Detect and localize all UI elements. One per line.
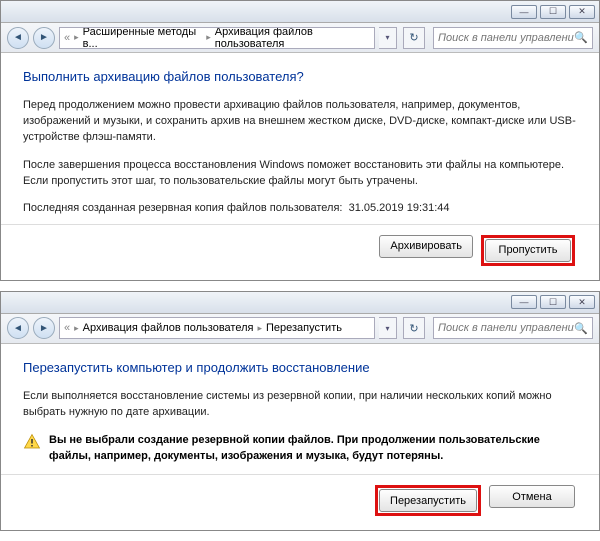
titlebar: — ☐ ✕	[1, 292, 599, 314]
forward-button[interactable]: ►	[33, 27, 55, 49]
close-button[interactable]: ✕	[569, 295, 595, 309]
maximize-button[interactable]: ☐	[540, 5, 566, 19]
cancel-button[interactable]: Отмена	[489, 485, 575, 508]
breadcrumb-seg2[interactable]: Архивация файлов пользователя	[215, 27, 370, 49]
restart-button[interactable]: Перезапустить	[379, 489, 477, 512]
minimize-button[interactable]: —	[511, 5, 537, 19]
chevron-right-icon: ▸	[257, 323, 262, 334]
content-pane: Перезапустить компьютер и продолжить вос…	[1, 344, 599, 531]
skip-button[interactable]: Пропустить	[485, 239, 571, 262]
last-backup-value: 31.05.2019 19:31:44	[349, 202, 450, 214]
page-heading: Выполнить архивацию файлов пользователя?	[23, 69, 577, 84]
warning-text: Вы не выбрали создание резервной копии ф…	[49, 433, 577, 465]
search-box[interactable]: 🔍	[433, 317, 593, 339]
refresh-button[interactable]: ↻	[403, 27, 425, 49]
last-backup-label: Последняя созданная резервная копия файл…	[23, 202, 342, 214]
close-button[interactable]: ✕	[569, 5, 595, 19]
warning-row: Вы не выбрали создание резервной копии ф…	[23, 433, 577, 465]
breadcrumb-prefix-icon: «	[64, 32, 70, 44]
warning-icon	[23, 433, 41, 454]
search-icon: 🔍	[574, 322, 588, 335]
last-backup-line: Последняя созданная резервная копия файл…	[23, 202, 577, 214]
chevron-right-icon: ▸	[206, 32, 211, 43]
forward-button[interactable]: ►	[33, 317, 55, 339]
back-button[interactable]: ◄	[7, 27, 29, 49]
search-input[interactable]	[438, 32, 574, 44]
separator	[1, 224, 599, 225]
highlight-box: Перезапустить	[375, 485, 481, 516]
address-dropdown[interactable]: ▾	[379, 27, 397, 49]
breadcrumb-seg1[interactable]: Расширенные методы в...	[83, 27, 203, 49]
highlight-box: Пропустить	[481, 235, 575, 266]
search-icon: 🔍	[574, 31, 588, 44]
titlebar: — ☐ ✕	[1, 1, 599, 23]
breadcrumb-seg1[interactable]: Архивация файлов пользователя	[83, 322, 254, 334]
navigation-bar: ◄ ► « ▸ Архивация файлов пользователя ▸ …	[1, 314, 599, 344]
archive-button[interactable]: Архивировать	[379, 235, 473, 258]
button-row: Перезапустить Отмена	[23, 485, 577, 516]
content-pane: Выполнить архивацию файлов пользователя?…	[1, 53, 599, 280]
address-dropdown[interactable]: ▾	[379, 317, 397, 339]
minimize-button[interactable]: —	[511, 295, 537, 309]
description-2: После завершения процесса восстановления…	[23, 158, 577, 190]
chevron-right-icon: ▸	[74, 32, 79, 43]
window-restart: — ☐ ✕ ◄ ► « ▸ Архивация файлов пользоват…	[0, 291, 600, 532]
search-box[interactable]: 🔍	[433, 27, 593, 49]
breadcrumb-seg2[interactable]: Перезапустить	[266, 322, 342, 334]
address-bar[interactable]: « ▸ Архивация файлов пользователя ▸ Пере…	[59, 317, 375, 339]
description-1: Перед продолжением можно провести архива…	[23, 98, 577, 146]
page-heading: Перезапустить компьютер и продолжить вос…	[23, 360, 577, 375]
address-bar[interactable]: « ▸ Расширенные методы в... ▸ Архивация …	[59, 27, 375, 49]
back-button[interactable]: ◄	[7, 317, 29, 339]
chevron-right-icon: ▸	[74, 323, 79, 334]
button-row: Архивировать Пропустить	[23, 235, 577, 266]
refresh-button[interactable]: ↻	[403, 317, 425, 339]
window-archive-files: — ☐ ✕ ◄ ► « ▸ Расширенные методы в... ▸ …	[0, 0, 600, 281]
maximize-button[interactable]: ☐	[540, 295, 566, 309]
navigation-bar: ◄ ► « ▸ Расширенные методы в... ▸ Архива…	[1, 23, 599, 53]
separator	[1, 474, 599, 475]
search-input[interactable]	[438, 322, 574, 334]
breadcrumb-prefix-icon: «	[64, 322, 70, 334]
description-1: Если выполняется восстановление системы …	[23, 389, 577, 421]
